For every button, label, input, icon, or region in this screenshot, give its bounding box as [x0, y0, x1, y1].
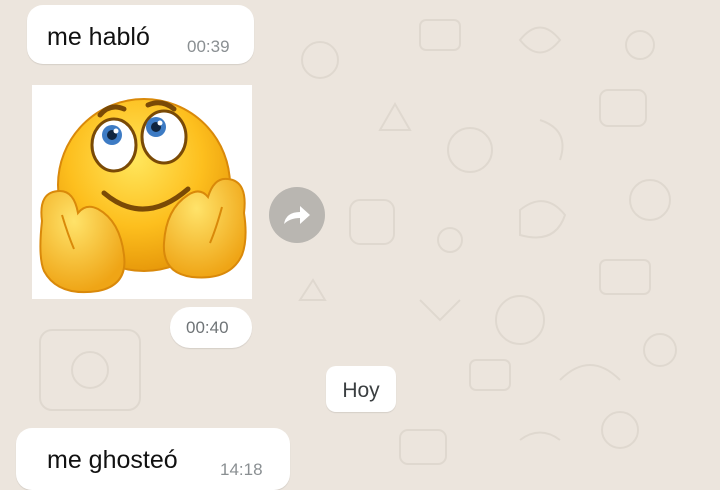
message-text: me ghosteó: [47, 446, 178, 474]
message-timestamp: 00:39: [187, 37, 230, 56]
message-bubble[interactable]: me ghosteó 14:18: [16, 428, 290, 490]
message-timestamp: 14:18: [220, 460, 263, 479]
message-bubble[interactable]: me habló 00:39: [27, 5, 254, 64]
date-separator-label: Hoy: [342, 379, 380, 402]
smiley-dreaming-sticker: [39, 98, 247, 294]
sticker-timestamp-pill: 00:40: [170, 307, 252, 348]
forward-icon: [284, 206, 310, 224]
sticker-message[interactable]: [32, 85, 252, 299]
message-timestamp: 00:40: [186, 318, 229, 337]
forward-button[interactable]: [269, 187, 325, 243]
date-separator: Hoy: [326, 366, 396, 412]
message-text: me habló: [47, 23, 150, 51]
